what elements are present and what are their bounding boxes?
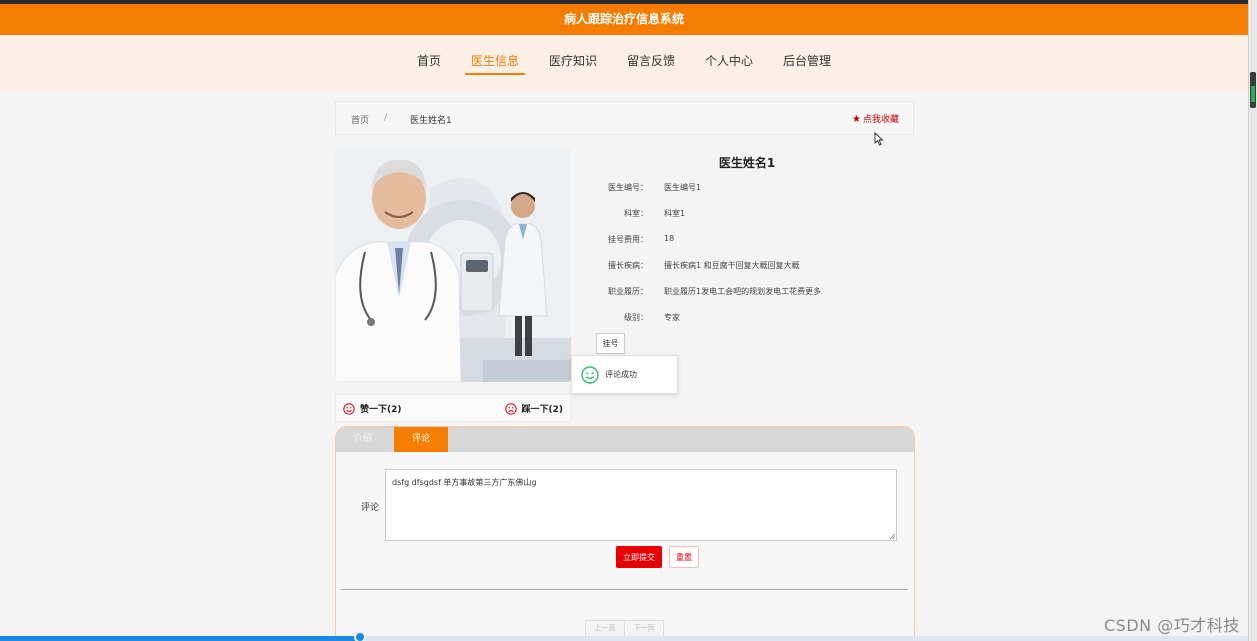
nav-item-admin[interactable]: 后台管理: [777, 52, 837, 75]
nav-item-home[interactable]: 首页: [411, 52, 447, 75]
like-label: 赞一下(2): [360, 405, 402, 415]
reactions-bar: 赞一下(2) 踩一下(2): [335, 394, 571, 422]
app-title-bar: 病人跟踪治疗信息系统: [0, 4, 1248, 35]
page-scrollbar[interactable]: [1248, 0, 1257, 641]
tab-intro[interactable]: 介绍: [336, 427, 390, 452]
next-page-button[interactable]: 下一页: [624, 621, 663, 636]
success-toast: 评论成功: [571, 355, 678, 394]
scrollbar-marker: [1251, 86, 1255, 102]
tab-strip: 介绍 评论: [336, 427, 914, 452]
watermark: CSDN @巧才科技: [1104, 616, 1240, 635]
favorite-label: 点我收藏: [862, 115, 899, 125]
info-label: 挂号费用：: [608, 235, 648, 244]
nav-item-medical-knowledge[interactable]: 医疗知识: [543, 52, 603, 75]
dislike-button[interactable]: 踩一下(2): [504, 402, 564, 415]
star-icon: ★: [852, 114, 861, 125]
tab-comment[interactable]: 评论: [394, 427, 448, 452]
info-label: 级别：: [624, 313, 648, 322]
breadcrumb-current: 医生姓名1: [410, 116, 452, 126]
doctor-photo: [335, 148, 571, 382]
info-label: 科室：: [624, 209, 648, 218]
like-button[interactable]: 赞一下(2): [343, 402, 402, 415]
toast-message: 评论成功: [605, 370, 637, 379]
register-button[interactable]: 挂号: [596, 333, 625, 354]
info-value: 擅长疾病1 和豆腐干回复大概回复大概: [664, 261, 800, 270]
pagination: 上一页 下一页: [585, 620, 664, 637]
comment-label: 评论: [361, 503, 380, 513]
app-title: 病人跟踪治疗信息系统: [563, 12, 684, 26]
divider: [341, 589, 908, 590]
submit-button[interactable]: 立即提交: [616, 546, 662, 568]
frown-icon: [504, 402, 517, 415]
doctor-name: 医生姓名1: [718, 156, 776, 170]
reset-button[interactable]: 重置: [669, 546, 699, 568]
main-nav: 首页 医生信息 医疗知识 留言反馈 个人中心 后台管理: [0, 52, 1248, 75]
prev-page-button[interactable]: 上一页: [586, 621, 624, 636]
nav-item-profile[interactable]: 个人中心: [699, 52, 759, 75]
info-label: 医生编号：: [608, 183, 648, 192]
dislike-label: 踩一下(2): [521, 405, 564, 415]
info-value: 科室1: [664, 209, 686, 218]
video-progress-fill: [0, 636, 362, 641]
success-smile-icon: [581, 365, 599, 384]
info-label: 职业履历：: [608, 287, 648, 296]
mouse-cursor-icon: [874, 132, 884, 146]
comment-input[interactable]: dsfg dfsgdsf 单方事故第三方广东佛山g: [385, 469, 897, 541]
breadcrumb-home[interactable]: 首页: [351, 113, 369, 126]
nav-band: 首页 医生信息 医疗知识 留言反馈 个人中心 后台管理: [0, 35, 1248, 90]
info-value: 医生编号1: [664, 183, 702, 192]
breadcrumb-separator: /: [384, 113, 388, 123]
nav-item-feedback[interactable]: 留言反馈: [621, 52, 681, 75]
resize-grip-icon[interactable]: [889, 533, 896, 540]
nav-item-doctor-info[interactable]: 医生信息: [464, 52, 525, 75]
info-value: 专家: [664, 313, 680, 322]
video-progress-handle[interactable]: [354, 631, 366, 641]
doctor-photo-illustration: [335, 148, 571, 382]
breadcrumb: 首页 / 医生姓名1 ★ 点我收藏: [335, 101, 914, 135]
info-label: 擅长疾病：: [608, 261, 648, 270]
video-progress-bar[interactable]: [0, 636, 1248, 641]
info-value: 职业履历1发电工会吧的规划发电工花费更多: [664, 287, 822, 296]
smile-icon: [343, 402, 355, 415]
favorite-button[interactable]: ★ 点我收藏: [852, 112, 899, 125]
info-value: 18: [664, 234, 675, 243]
detail-tabs-panel: 介绍 评论 评论 dsfg dfsgdsf 单方事故第三方广东佛山g 立即提交 …: [335, 426, 915, 641]
